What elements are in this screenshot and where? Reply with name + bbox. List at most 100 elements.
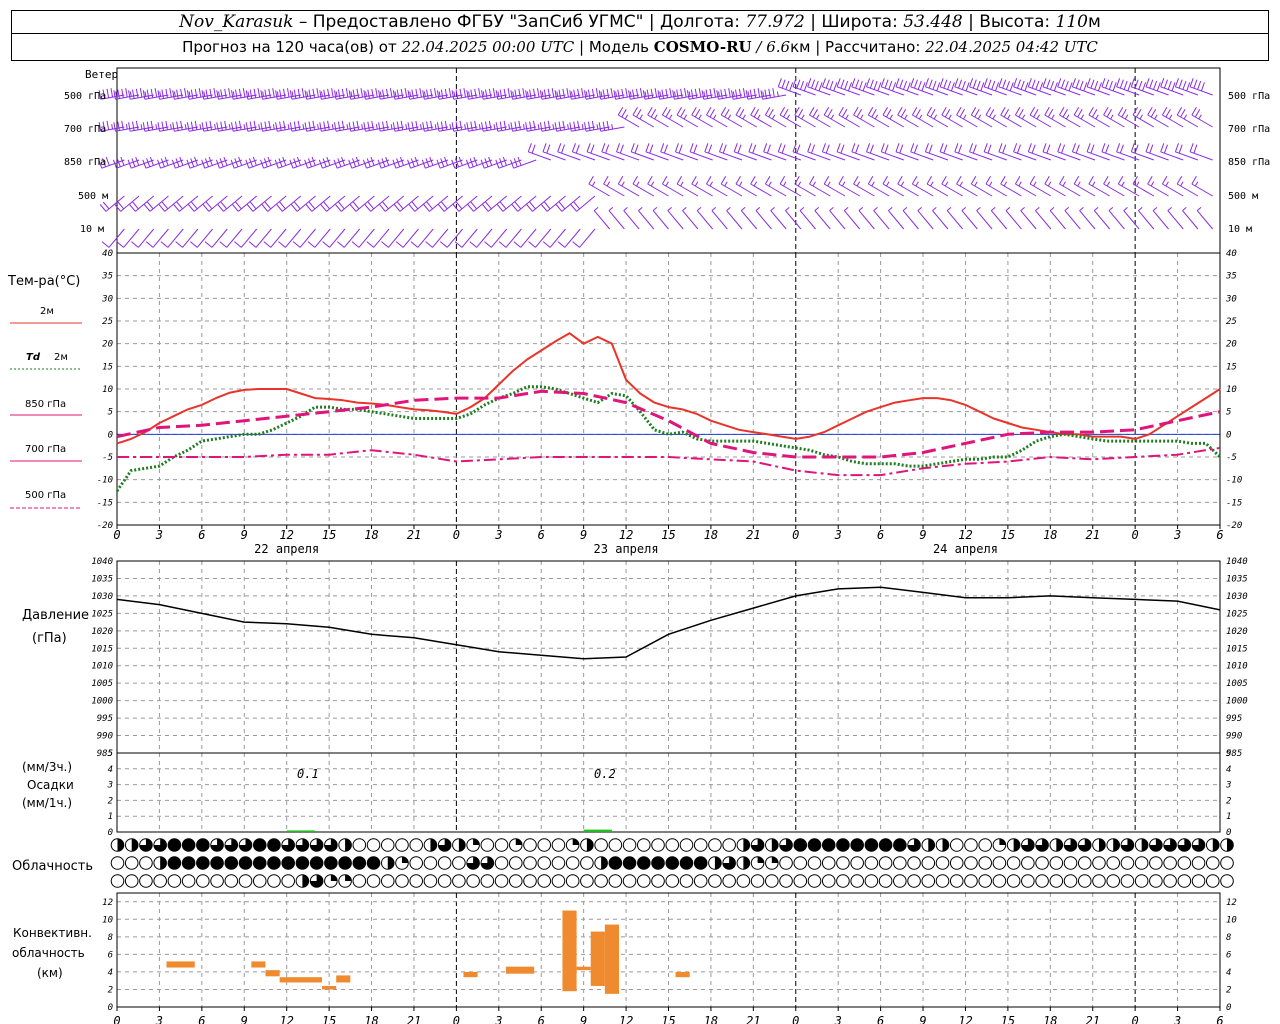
wind-barb-half-feather	[1180, 181, 1184, 187]
wind-barb-feather	[869, 144, 874, 154]
wind-barb-half-feather	[1020, 207, 1025, 211]
wind-barb-feather	[947, 80, 952, 90]
wind-barb-feather	[954, 78, 959, 87]
ytick-left-pres-1015: 1015	[91, 644, 113, 654]
wind-barb-feather	[742, 88, 746, 98]
wind-barb-feather	[260, 122, 263, 132]
wind-barb-feather	[1075, 144, 1080, 154]
wind-barb-feather	[1191, 106, 1197, 116]
wind-barb-half-feather	[449, 124, 452, 130]
wind-title: Ветер	[85, 68, 118, 81]
wind-barb-4-46	[785, 207, 802, 230]
wind-barb-feather	[811, 79, 816, 89]
wind-barb-1-15	[319, 120, 346, 132]
wind-barb-feather	[619, 144, 624, 154]
wind-barb-half-feather	[1065, 114, 1070, 120]
wind-barb-feather	[910, 78, 915, 87]
wind-barb-0-16	[334, 88, 360, 100]
wind-barb-feather	[897, 175, 903, 185]
wind-barb-staff	[152, 228, 169, 248]
wind-barb-0-40	[686, 88, 713, 100]
wind-barb-4-60	[990, 207, 1008, 230]
wind-barb-feather	[514, 89, 517, 99]
wind-barb-0-20	[392, 88, 419, 100]
wind-barb-feather	[190, 121, 194, 131]
wind-barb-4-33	[593, 207, 611, 230]
wind-barb-feather	[1136, 108, 1142, 118]
ytick-left-conv-10: 10	[102, 915, 113, 925]
cloud-symbol-2-43	[722, 874, 736, 888]
wind-barb-staff	[255, 228, 272, 248]
wind-barb-half-feather	[199, 124, 202, 130]
cloud-symbol-1-11	[267, 856, 281, 870]
cloud-symbol-2-38	[651, 874, 665, 888]
wind-barb-feather	[1101, 143, 1106, 152]
wind-barb-feather	[928, 79, 933, 89]
conv-bar-8	[562, 910, 577, 992]
wind-barb-feather	[694, 88, 698, 98]
wind-barb-feather	[381, 241, 389, 248]
wind-barb-0-35	[613, 88, 640, 100]
wind-barb-1-5	[172, 120, 198, 132]
cloud-symbol-0-50	[821, 838, 836, 852]
cloud-symbol-1-59	[949, 856, 964, 870]
cloud-symbol-1-37	[637, 856, 651, 870]
wind-barb-feather	[551, 88, 555, 98]
wind-barb-feather	[836, 78, 841, 87]
wind-barb-feather	[998, 78, 1003, 87]
cloud-fill-0-62	[999, 838, 1006, 845]
wind-barb-feather	[219, 241, 227, 248]
ytick-right-conv-0: 0	[1226, 1003, 1231, 1013]
wind-barb-feather	[1090, 144, 1095, 154]
wind-barb-feather	[382, 89, 385, 99]
wind-barb-staff	[196, 228, 213, 248]
wind-barb-feather	[921, 82, 926, 92]
wind-barb-feather	[1073, 175, 1080, 185]
wind-barb-half-feather	[512, 91, 515, 97]
wind-barb-feather	[275, 122, 278, 132]
wind-barb-half-feather	[1033, 181, 1037, 187]
wind-barb-half-feather	[1154, 114, 1158, 120]
wind-barb-feather	[470, 121, 473, 131]
wind-barb-half-feather	[753, 181, 758, 187]
wind-barb-feather	[209, 120, 212, 130]
wind-barb-feather	[577, 88, 580, 98]
wind-barb-3-25	[467, 195, 493, 212]
wind-barb-feather	[430, 120, 433, 130]
wind-barb-feather	[154, 88, 158, 98]
wind-barb-feather	[1171, 82, 1176, 92]
wind-barb-staff	[946, 210, 964, 230]
cloud-fill-0-77	[1212, 838, 1220, 852]
cloud-symbol-1-60	[964, 856, 978, 870]
cloud-fill-0-1	[131, 838, 138, 852]
wind-barb-feather	[1178, 144, 1183, 154]
wind-barb-feather	[276, 204, 283, 212]
wind-barb-half-feather	[944, 181, 949, 187]
wind-barb-feather	[1178, 79, 1183, 89]
wind-barb-feather	[308, 201, 316, 210]
wind-barb-half-feather	[482, 91, 485, 97]
wind-barb-feather	[691, 106, 697, 116]
wind-barb-feather	[503, 120, 507, 130]
wind-barb-4-34	[608, 207, 625, 230]
wind-barb-4-49	[829, 207, 846, 230]
ytick-left-temp-25: 25	[102, 317, 113, 327]
wind-barb-half-feather	[306, 91, 309, 97]
cloud-symbol-1-21	[409, 856, 424, 870]
cloud-symbol-1-9	[238, 856, 253, 870]
wind-barb-feather	[469, 241, 477, 248]
cloud-symbol-1-51	[836, 856, 850, 870]
wind-barb-staff	[770, 210, 787, 230]
wind-barb-4-32	[572, 228, 596, 248]
cloud-symbol-2-58	[935, 874, 950, 888]
wind-barb-feather	[322, 241, 330, 248]
wind-barb-4-58	[961, 207, 978, 230]
wind-barb-feather	[632, 106, 638, 116]
wind-barb-feather	[928, 144, 933, 154]
wind-barb-feather	[558, 89, 562, 99]
cloud-symbol-2-50	[821, 874, 836, 888]
xtick-label-0-21: 15	[1001, 528, 1015, 542]
wind-barb-feather	[400, 88, 404, 98]
wind-barb-half-feather	[600, 91, 603, 97]
wind-barb-half-feather	[232, 91, 235, 97]
